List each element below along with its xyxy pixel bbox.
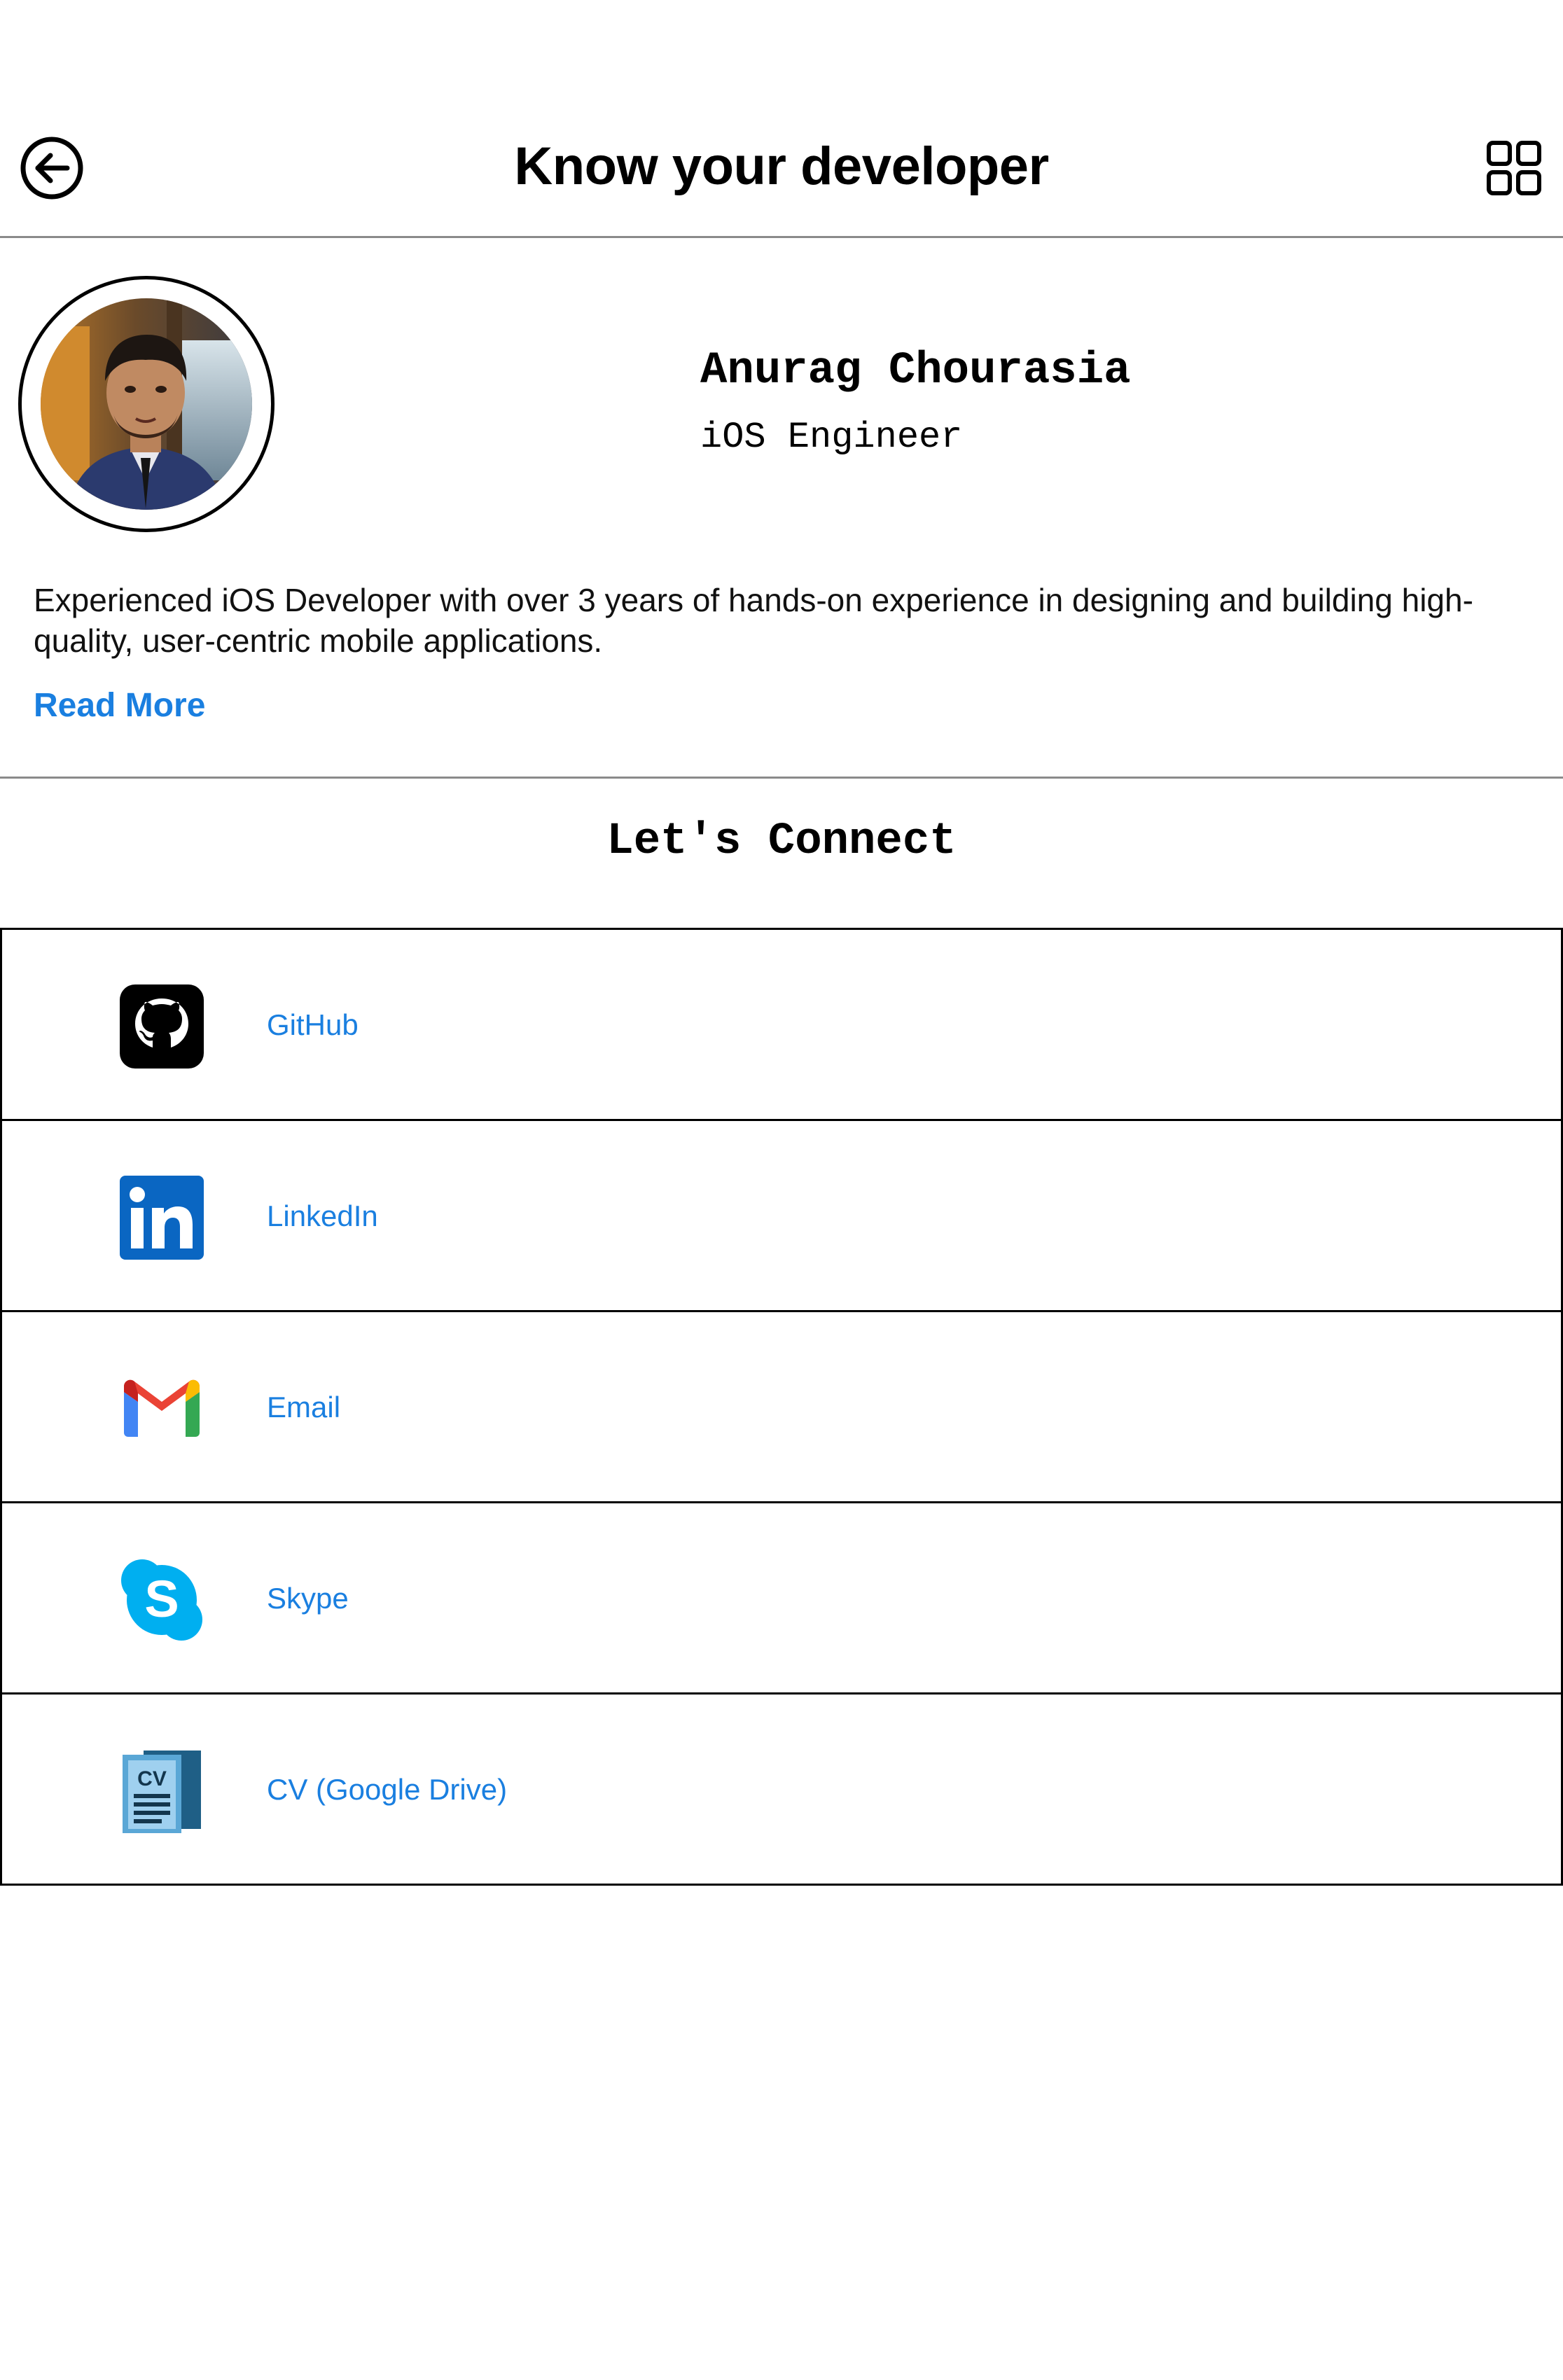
grid-icon (1487, 141, 1541, 195)
linkedin-icon (120, 1176, 204, 1260)
grid-menu-button[interactable] (1486, 140, 1542, 196)
developer-role: iOS Engineer (700, 417, 963, 458)
gmail-icon (124, 1379, 200, 1437)
github-icon (120, 984, 204, 1069)
read-more-link[interactable]: Read More (34, 683, 205, 728)
svg-text:CV: CV (137, 1767, 167, 1790)
connect-item-github[interactable]: GitHub (0, 928, 1563, 1121)
connect-label-linkedin: LinkedIn (267, 1199, 378, 1232)
section-divider (0, 777, 1563, 779)
profile-photo (41, 298, 252, 510)
connect-label-github: GitHub (267, 1008, 359, 1041)
connect-item-cv[interactable]: CV CV (Google Drive) (0, 1692, 1563, 1886)
connect-label-skype: Skype (267, 1582, 349, 1615)
nav-header: Know your developer (0, 0, 1563, 238)
connect-item-linkedin[interactable]: LinkedIn (0, 1119, 1563, 1312)
developer-bio: Experienced iOS Developer with over 3 ye… (34, 582, 1473, 659)
connect-item-email[interactable]: Email (0, 1310, 1563, 1503)
cv-document-icon: CV (123, 1751, 201, 1833)
connect-list: GitHub LinkedIn Email S Skype CV CV (Goo… (0, 928, 1563, 1886)
connect-label-cv: CV (Google Drive) (267, 1773, 508, 1806)
page-title: Know your developer (514, 137, 1049, 196)
developer-name: Anurag Chourasia (700, 346, 1131, 396)
connect-item-skype[interactable]: S Skype (0, 1501, 1563, 1694)
svg-text:S: S (144, 1570, 179, 1628)
avatar (41, 298, 252, 510)
skype-icon: S (121, 1559, 202, 1641)
connect-heading: Let's Connect (606, 816, 957, 867)
connect-label-email: Email (267, 1391, 341, 1424)
